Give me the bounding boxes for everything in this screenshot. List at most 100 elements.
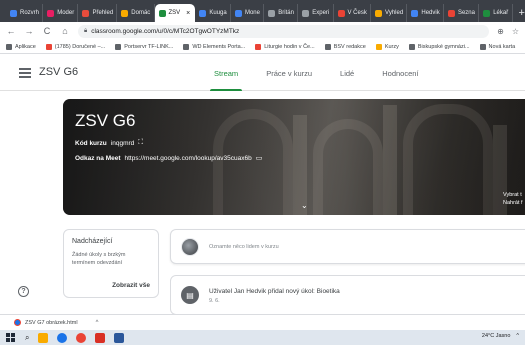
banner-theme-actions[interactable]: Vybrat t Nahrát f — [503, 191, 523, 207]
bookmarks-bar: Aplikace (1785) Doručené –... Portservr TF… — [0, 40, 525, 54]
class-title[interactable]: ZSV G6 — [39, 66, 78, 78]
bookmark-item[interactable]: Kurzy — [375, 43, 399, 50]
browser-tab-label: Kuuga — [209, 10, 227, 16]
bookmark-item[interactable]: Portservr TF-LINK... — [115, 43, 174, 50]
favicon-icon — [82, 9, 90, 17]
close-tab-icon[interactable]: × — [186, 10, 190, 17]
browser-tab[interactable]: Kuuga — [195, 4, 231, 22]
menu-icon[interactable] — [19, 68, 31, 78]
upcoming-card: Nadcházející Žádné úkoly s brzkým termín… — [63, 229, 159, 298]
browser-tab-label: Experi — [312, 10, 330, 16]
tab-people[interactable]: Lidé — [326, 55, 368, 91]
browser-tab[interactable]: Domác — [117, 4, 155, 22]
meet-link[interactable]: https://meet.google.com/lookup/av35cuax6… — [125, 155, 252, 162]
favicon-icon — [337, 9, 345, 17]
upcoming-title: Nadcházející — [72, 238, 113, 245]
reload-icon[interactable]: C — [42, 26, 52, 36]
weather-text[interactable]: 24°C Jasno — [482, 333, 511, 339]
file-explorer-icon[interactable] — [38, 332, 49, 343]
favicon-icon — [121, 9, 129, 17]
browser-tab-strip: Rozvrh Moder Přehled Domác ZSV × Kuuga Mone Brit… — [0, 0, 525, 22]
browser-toolbar: ← → C ⌂ 🔒︎ classroom.google.com/u/0/c/MT… — [0, 22, 525, 40]
acrobat-icon[interactable] — [95, 332, 106, 343]
address-bar[interactable]: 🔒︎ classroom.google.com/u/0/c/MTc2OTgwOT… — [78, 24, 490, 38]
class-nav-tabs: Stream Práce v kurzu Lidé Hodnocení — [200, 55, 433, 91]
browser-tab[interactable]: ZSV × — [154, 4, 196, 22]
upcoming-body: Žádné úkoly s brzkým termínem odevzdání — [72, 252, 126, 266]
bookmark-item[interactable]: Nová karta — [479, 43, 516, 50]
chrome-file-icon — [14, 319, 21, 326]
bookmark-icon — [115, 43, 122, 50]
assignment-icon: ▤ — [181, 286, 199, 304]
bookmark-icon — [324, 43, 331, 50]
help-icon[interactable]: ? — [18, 286, 29, 297]
class-banner: ZSV G6 Kód kurzu inqgmrd ⛶ Odkaz na Meet… — [63, 99, 525, 215]
bookmark-label: Nová karta — [488, 43, 516, 50]
stream-post[interactable]: ▤ Uživatel Jan Hedvik přidal nový úkol: … — [170, 275, 525, 315]
back-icon[interactable]: ← — [6, 26, 16, 36]
star-icon[interactable]: ☆ — [512, 27, 519, 36]
chrome-icon[interactable] — [76, 332, 87, 343]
tab-classwork[interactable]: Práce v kurzu — [252, 55, 326, 91]
class-code-value: inqgmrd — [110, 139, 135, 147]
bookmark-item[interactable]: Liturgie hodin v Če... — [255, 43, 315, 50]
bookmark-item[interactable]: (1785) Doručené –... — [45, 43, 106, 50]
bookmark-label: WD Elements Porta... — [192, 43, 246, 50]
bookmark-label: Aplikace — [15, 43, 36, 50]
view-all-link[interactable]: Zobrazit vše — [112, 282, 150, 289]
new-tab-button[interactable]: + — [519, 4, 525, 22]
home-icon[interactable]: ⌂ — [60, 26, 70, 36]
windows-start-icon[interactable] — [6, 332, 16, 343]
select-theme-link[interactable]: Vybrat t — [503, 191, 523, 199]
browser-tab-label: Přehled — [92, 10, 114, 16]
fullscreen-icon[interactable]: ⛶ — [138, 139, 143, 147]
video-camera-icon[interactable]: ▭ — [256, 154, 263, 162]
favicon-icon — [483, 9, 491, 17]
browser-tab-label: Domác — [131, 10, 151, 16]
download-filename[interactable]: ZSV G7 obrázek.html — [25, 320, 78, 326]
browser-tab-label: Hedvik — [421, 10, 440, 16]
bookmark-item[interactable]: BSV redakce — [324, 43, 366, 50]
announcement-composer[interactable]: Oznamte něco lidem v kurzu — [170, 229, 525, 264]
zoom-icon[interactable]: ⊕ — [497, 27, 504, 36]
upload-photo-link[interactable]: Nahrát f — [503, 199, 523, 207]
browser-tab[interactable]: Lékař — [479, 4, 513, 22]
browser-tab[interactable]: V Česk — [334, 4, 372, 22]
bookmark-icon — [45, 43, 52, 50]
browser-tab[interactable]: Britán — [264, 4, 299, 22]
browser-tab[interactable]: Rozvrh — [6, 4, 44, 22]
favicon-icon — [199, 9, 207, 17]
browser-tab[interactable]: Sezna — [444, 4, 480, 22]
post-title: Uživatel Jan Hedvik přidal nový úkol: Bi… — [209, 288, 340, 295]
bookmark-item[interactable]: Biskupské gymnázi... — [408, 43, 470, 50]
post-date: 9. 6. — [209, 298, 220, 304]
tab-stream[interactable]: Stream — [200, 55, 252, 91]
chevron-up-icon[interactable]: ^ — [516, 333, 519, 339]
browser-tab[interactable]: Hedvik — [407, 4, 444, 22]
meet-link-row: Odkaz na Meet https://meet.google.com/lo… — [75, 154, 263, 163]
tab-grades[interactable]: Hodnocení — [368, 55, 432, 91]
lock-icon: 🔒︎ — [84, 27, 88, 34]
word-icon[interactable] — [114, 332, 125, 343]
windows-taskbar: ⌕ 24°C Jasno ^ — [0, 330, 525, 345]
favicon-icon — [375, 9, 383, 17]
chevron-down-icon[interactable]: ⌄ — [301, 201, 308, 210]
edge-icon[interactable] — [57, 332, 68, 343]
favicon-icon — [447, 9, 455, 17]
search-icon[interactable]: ⌕ — [25, 333, 29, 343]
browser-tab[interactable]: Experi — [298, 4, 334, 22]
bookmark-item[interactable]: Aplikace — [6, 43, 36, 50]
forward-icon[interactable]: → — [24, 26, 34, 36]
browser-tab-label: Rozvrh — [20, 10, 40, 16]
browser-tab[interactable]: Moder — [43, 4, 79, 22]
bookmark-item[interactable]: WD Elements Porta... — [183, 43, 246, 50]
browser-tab[interactable]: Mone — [231, 4, 265, 22]
browser-tab[interactable]: Přehled — [78, 4, 118, 22]
bookmark-label: (1785) Doručené –... — [54, 43, 106, 50]
chevron-up-icon[interactable]: ^ — [96, 320, 99, 326]
bookmark-label: Portservr TF-LINK... — [124, 43, 174, 50]
classroom-header: ZSV G6 Stream Práce v kurzu Lidé Hodnoce… — [0, 55, 525, 91]
url-text: classroom.google.com/u/0/c/MTc2OTgwOTYzM… — [91, 27, 240, 35]
bookmark-icon — [408, 43, 415, 50]
browser-tab[interactable]: Vyhled — [371, 4, 408, 22]
